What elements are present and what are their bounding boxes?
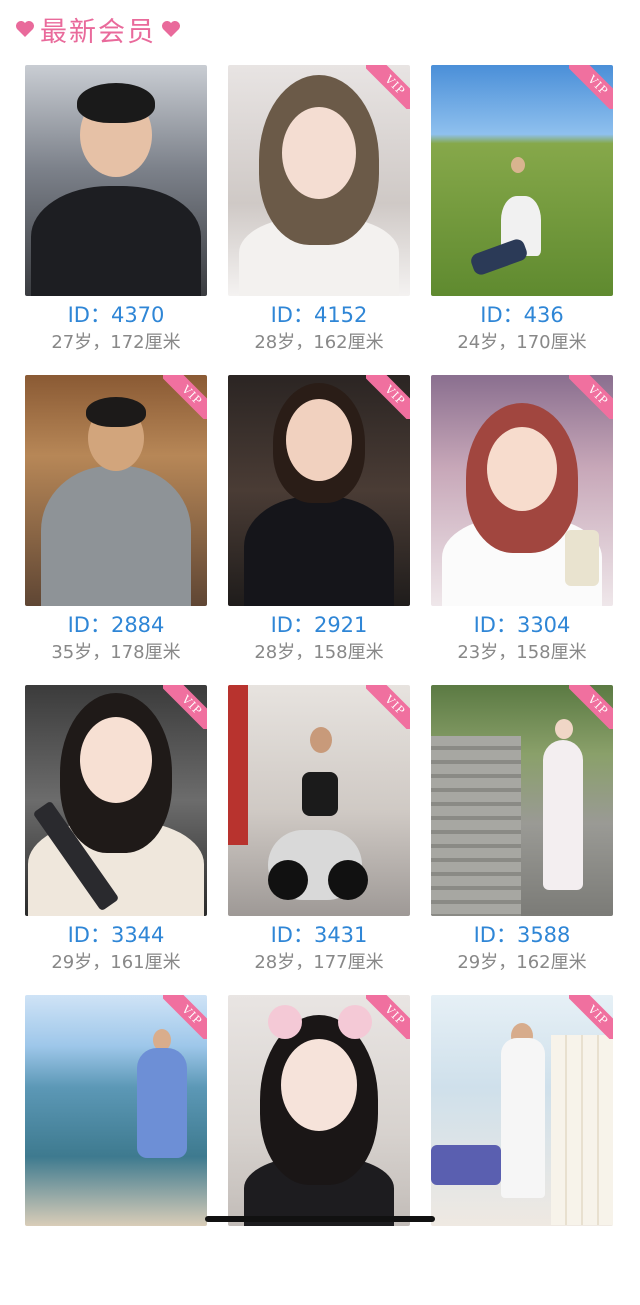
section-title: 最新会员 [40, 16, 156, 48]
member-card[interactable]: ID：4370 27岁，172厘米 [25, 65, 207, 375]
member-id[interactable]: ID：3588 [431, 922, 613, 948]
vip-badge: VIP [366, 375, 410, 419]
vip-badge: VIP [366, 995, 410, 1039]
member-meta: 28岁，177厘米 [254, 952, 384, 973]
member-id[interactable]: ID：4152 [228, 302, 410, 328]
vip-badge: VIP [366, 685, 410, 729]
vip-badge: VIP [569, 65, 613, 109]
member-id[interactable]: ID：2884 [25, 612, 207, 638]
member-id[interactable]: ID：3344 [25, 922, 207, 948]
section-header: 最新会员 [14, 8, 182, 50]
member-id[interactable]: ID：3304 [431, 612, 613, 638]
member-meta: 29岁，162厘米 [457, 952, 587, 973]
member-meta: 29岁，161厘米 [51, 952, 181, 973]
vip-badge: VIP [569, 375, 613, 419]
member-card[interactable]: VIP ID：2921 28岁，158厘米 [228, 375, 410, 685]
member-meta: 28岁，162厘米 [254, 332, 384, 353]
member-card[interactable]: VIP [431, 995, 613, 1305]
home-indicator[interactable] [205, 1216, 435, 1222]
member-meta: 28岁，158厘米 [254, 642, 384, 663]
member-card[interactable]: VIP ID：3304 23岁，158厘米 [431, 375, 613, 685]
member-id[interactable]: ID：436 [431, 302, 613, 328]
vip-badge: VIP [163, 685, 207, 729]
member-grid: ID：4370 27岁，172厘米 VIP ID：4152 28岁，162厘米 … [25, 65, 615, 1305]
member-card[interactable]: VIP ID：436 24岁，170厘米 [431, 65, 613, 375]
member-card[interactable]: VIP ID：3588 29岁，162厘米 [431, 685, 613, 995]
vip-badge: VIP [569, 995, 613, 1039]
vip-badge: VIP [163, 995, 207, 1039]
heart-icon [14, 18, 36, 40]
member-photo[interactable] [25, 65, 207, 296]
member-card[interactable]: VIP [25, 995, 207, 1305]
member-card[interactable]: VIP ID：2884 35岁，178厘米 [25, 375, 207, 685]
member-id[interactable]: ID：4370 [25, 302, 207, 328]
vip-badge: VIP [163, 375, 207, 419]
member-meta: 35岁，178厘米 [51, 642, 181, 663]
vip-badge: VIP [366, 65, 410, 109]
member-card[interactable]: VIP [228, 995, 410, 1305]
member-card[interactable]: VIP ID：4152 28岁，162厘米 [228, 65, 410, 375]
member-id[interactable]: ID：2921 [228, 612, 410, 638]
member-meta: 23岁，158厘米 [457, 642, 587, 663]
member-card[interactable]: VIP ID：3344 29岁，161厘米 [25, 685, 207, 995]
vip-badge: VIP [569, 685, 613, 729]
member-id[interactable]: ID：3431 [228, 922, 410, 948]
member-meta: 27岁，172厘米 [51, 332, 181, 353]
heart-icon [160, 18, 182, 40]
member-meta: 24岁，170厘米 [457, 332, 587, 353]
member-card[interactable]: VIP ID：3431 28岁，177厘米 [228, 685, 410, 995]
